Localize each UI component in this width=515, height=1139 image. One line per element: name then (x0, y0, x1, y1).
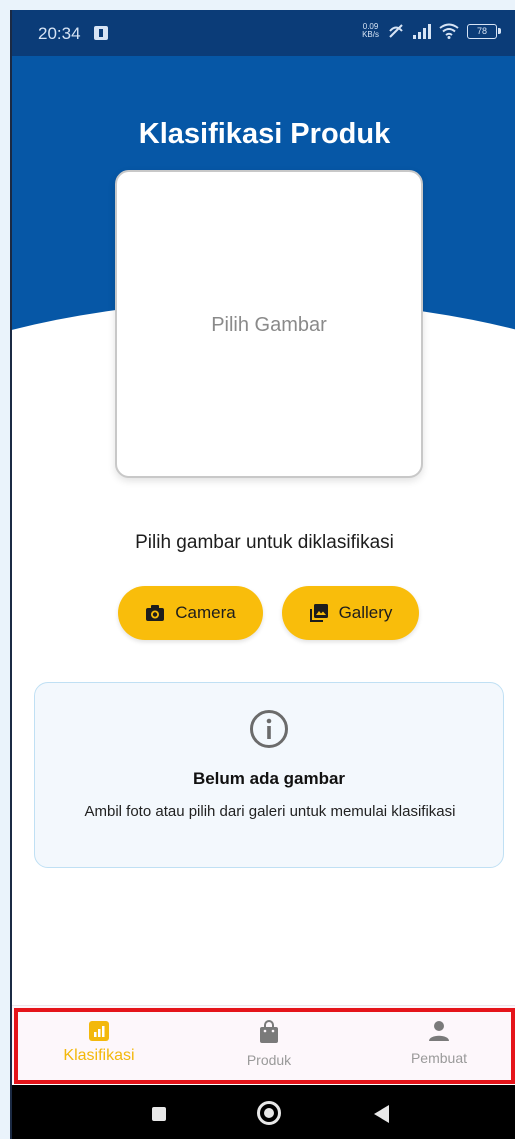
status-indicators: 0.09 KB/s 78 (362, 22, 501, 40)
nav-item-produk[interactable]: Produk (194, 1020, 344, 1068)
app-screen: 20:34 0.09 KB/s 78 Klasifikasi Produk Pi… (10, 10, 515, 1139)
image-picker[interactable]: Pilih Gambar (115, 170, 423, 478)
notification-icon (94, 26, 108, 40)
nav-label-produk: Produk (246, 1052, 292, 1068)
gallery-button-label: Gallery (338, 603, 393, 622)
nav-item-klasifikasi[interactable]: Klasifikasi (24, 1020, 174, 1065)
status-bar: 20:34 0.09 KB/s 78 (12, 10, 515, 56)
home-icon[interactable] (257, 1101, 281, 1125)
info-title: Belum ada gambar (192, 769, 346, 788)
camera-icon (146, 605, 165, 621)
wifi-icon (439, 23, 459, 39)
shopping-bag-icon (260, 1020, 278, 1043)
do-not-disturb-icon (389, 24, 403, 38)
recents-icon[interactable] (152, 1107, 166, 1121)
info-card: Belum ada gambar Ambil foto atau pilih d… (34, 682, 504, 868)
instruction-text: Pilih gambar untuk diklasifikasi (135, 532, 394, 553)
person-icon (429, 1021, 449, 1041)
info-description: Ambil foto atau pilih dari galeri untuk … (84, 803, 456, 820)
chart-icon (89, 1021, 109, 1041)
info-icon (250, 710, 288, 748)
network-speed: 0.09 KB/s (362, 22, 379, 39)
status-time: 20:34 (38, 24, 81, 43)
gallery-icon (309, 604, 328, 622)
page-title: Klasifikasi Produk (138, 118, 391, 150)
camera-button[interactable]: Camera (118, 586, 263, 640)
bottom-navigation: Klasifikasi Produk Pembuat (12, 1005, 515, 1083)
signal-icon (413, 23, 431, 39)
camera-button-label: Camera (175, 603, 236, 622)
back-icon[interactable] (374, 1105, 389, 1123)
nav-label-klasifikasi: Klasifikasi (63, 1047, 135, 1064)
image-picker-placeholder: Pilih Gambar (211, 314, 327, 336)
nav-item-pembuat[interactable]: Pembuat (364, 1020, 514, 1066)
battery-icon: 78 (467, 23, 501, 39)
system-navigation-bar (12, 1085, 515, 1139)
nav-label-pembuat: Pembuat (410, 1050, 468, 1066)
gallery-button[interactable]: Gallery (282, 586, 419, 640)
